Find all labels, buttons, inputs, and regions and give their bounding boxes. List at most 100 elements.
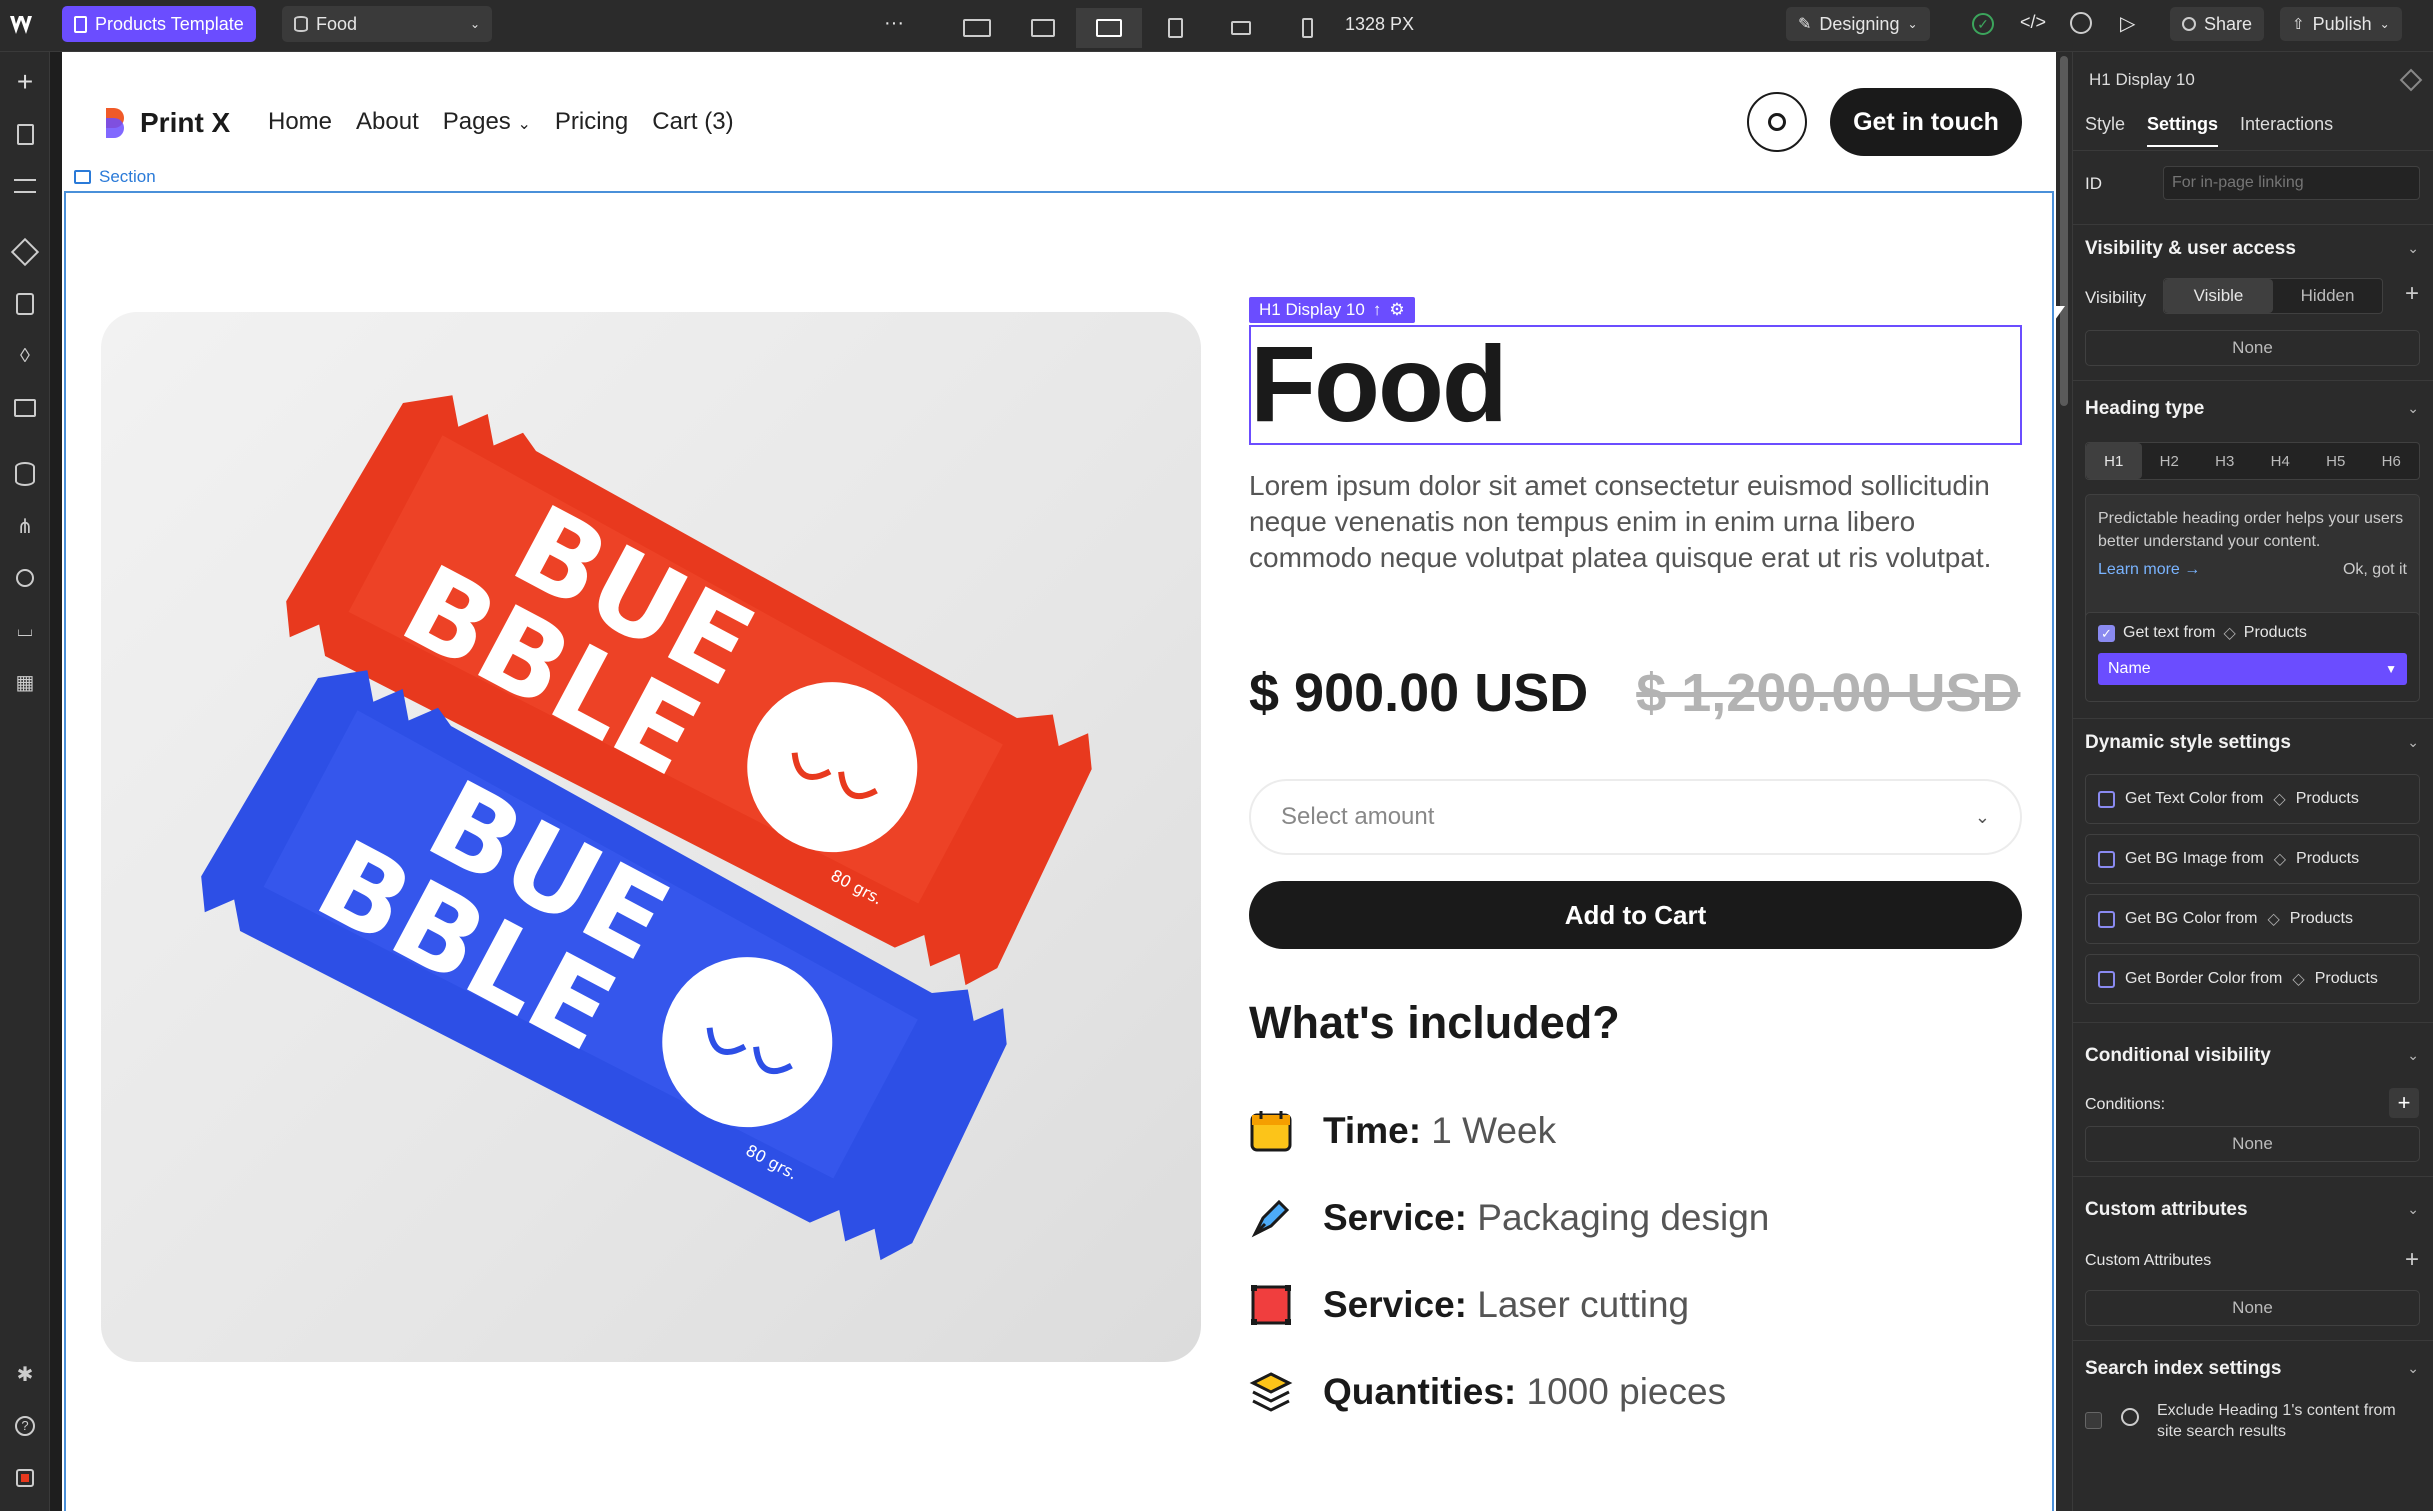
collection-item-selector[interactable]: Food ⌄ <box>282 6 492 42</box>
tab-interactions[interactable]: Interactions <box>2240 114 2333 147</box>
code-export-icon[interactable]: </> <box>2020 12 2046 33</box>
add-attribute-icon[interactable]: + <box>2405 1246 2419 1274</box>
webflow-logo[interactable] <box>8 10 42 40</box>
add-element-icon[interactable]: + <box>13 66 37 97</box>
site-logo[interactable]: Print X <box>104 106 230 140</box>
included-service2-value: Laser cutting <box>1477 1283 1690 1325</box>
checkbox[interactable] <box>2098 790 2115 808</box>
search-off-icon <box>2121 1408 2139 1426</box>
assets-icon[interactable] <box>13 396 37 420</box>
add-condition-button[interactable]: + <box>2389 1088 2419 1118</box>
nav-link-cart[interactable]: Cart (3) <box>652 108 733 136</box>
add-visibility-icon[interactable]: + <box>2405 280 2419 308</box>
settings-gear-icon[interactable]: ✱ <box>13 1362 37 1386</box>
learn-more-link[interactable]: Learn more → <box>2098 561 2200 579</box>
visibility-label: Visibility <box>2085 288 2147 307</box>
heading-level-h6[interactable]: H6 <box>2364 443 2420 479</box>
variables-icon[interactable]: ◊ <box>13 344 37 368</box>
logic-icon[interactable]: ⋔ <box>13 514 37 538</box>
id-input[interactable] <box>2163 166 2420 200</box>
visible-option[interactable]: Visible <box>2164 279 2273 313</box>
heading-level-selector: H1 H2 H3 H4 H5 H6 <box>2085 442 2420 480</box>
tab-settings[interactable]: Settings <box>2147 114 2219 147</box>
publish-button[interactable]: ⇧ Publish ⌄ <box>2280 7 2402 41</box>
cms-icon[interactable] <box>13 462 37 486</box>
breakpoint-tablet-icon[interactable] <box>1142 8 1208 48</box>
tab-style[interactable]: Style <box>2085 114 2125 147</box>
nav-link-home[interactable]: Home <box>268 108 332 136</box>
checkbox[interactable] <box>2098 850 2115 868</box>
heading-level-h1[interactable]: H1 <box>2086 443 2142 479</box>
visibility-heading: Visibility & user access <box>2085 238 2296 259</box>
list-item: Quantities: 1000 pieces <box>1249 1348 2029 1435</box>
calendar-icon <box>1250 1110 1292 1151</box>
tag-icon: ◇ <box>2273 791 2286 808</box>
heading-level-h3[interactable]: H3 <box>2197 443 2253 479</box>
checkbox[interactable] <box>2098 970 2115 988</box>
rocket-icon: ⇧ <box>2292 16 2305 33</box>
ecommerce-icon[interactable]: ⌴ <box>13 618 37 642</box>
breakpoint-phone-icon[interactable] <box>1274 8 1340 48</box>
breakpoint-large-desktop-icon[interactable] <box>944 8 1010 48</box>
section-tag-label: Section <box>99 167 156 186</box>
hidden-option[interactable]: Hidden <box>2273 279 2382 313</box>
component-icon[interactable] <box>2399 68 2423 92</box>
dynamic-text-color-row[interactable]: Get Text Color from ◇ Products <box>2085 774 2420 824</box>
selection-badge[interactable]: H1 Display 10 ↑ ⚙ <box>1249 297 1415 323</box>
product-description: Lorem ipsum dolor sit amet consectetur e… <box>1249 470 1992 573</box>
get-text-from-checkbox[interactable]: ✓ <box>2098 624 2115 642</box>
breakpoint-desktop-icon[interactable] <box>1010 8 1076 48</box>
nav-link-pricing[interactable]: Pricing <box>555 108 628 136</box>
dynamic-bg-image-row[interactable]: Get BG Image from ◇ Products <box>2085 834 2420 884</box>
navigator-icon[interactable] <box>13 174 37 198</box>
product-title[interactable]: Food <box>1250 324 1508 444</box>
ok-got-it-button[interactable]: Ok, got it <box>2343 561 2407 579</box>
add-to-cart-button[interactable]: Add to Cart <box>1249 881 2022 949</box>
heading-level-h2[interactable]: H2 <box>2142 443 2198 479</box>
comments-icon[interactable] <box>2070 12 2092 34</box>
included-time-label: Time: <box>1323 1109 1422 1151</box>
apps-icon[interactable]: ▦ <box>13 670 37 694</box>
get-in-touch-label: Get in touch <box>1853 107 1999 136</box>
included-list: Time: 1 Week Service: Packaging design S… <box>1249 1087 2029 1435</box>
dynamic-border-color-row[interactable]: Get Border Color from ◇ Products <box>2085 954 2420 1004</box>
get-in-touch-button[interactable]: Get in touch <box>1830 88 2022 156</box>
page-selector-button[interactable]: Products Template <box>62 6 256 42</box>
canvas-scrollbar[interactable] <box>2060 56 2068 406</box>
site-search-button[interactable] <box>1747 92 1807 152</box>
exclude-search-checkbox[interactable] <box>2085 1412 2102 1429</box>
nav-link-about[interactable]: About <box>356 108 419 136</box>
nav-dropdown-pages[interactable]: Pages ⌄ <box>443 108 531 136</box>
mode-selector-button[interactable]: ✎ Designing ⌄ <box>1786 7 1930 41</box>
users-icon[interactable] <box>13 566 37 590</box>
check-status-icon[interactable]: ✓ <box>1972 13 1994 35</box>
field-select[interactable]: Name ▼ <box>2098 653 2407 685</box>
amount-select[interactable]: Select amount ⌄ <box>1249 779 2022 855</box>
record-icon[interactable] <box>13 1466 37 1490</box>
styles-icon[interactable] <box>13 292 37 316</box>
database-icon <box>294 16 308 32</box>
share-button[interactable]: Share <box>2170 7 2265 41</box>
help-icon[interactable]: ? <box>13 1414 37 1438</box>
mouse-cursor-icon <box>2055 306 2065 320</box>
dynamic-bg-color-row[interactable]: Get BG Color from ◇ Products <box>2085 894 2420 944</box>
included-time-value: 1 Week <box>1431 1109 1557 1151</box>
chevron-down-icon[interactable]: ⌄ <box>2407 1047 2419 1064</box>
chevron-down-icon: ⌄ <box>2379 17 2390 31</box>
chevron-down-icon[interactable]: ⌄ <box>2407 1201 2419 1218</box>
pages-icon[interactable] <box>13 122 37 146</box>
chevron-down-icon[interactable]: ⌄ <box>2407 400 2419 417</box>
checkbox[interactable] <box>2098 910 2115 928</box>
preview-play-icon[interactable]: ▷ <box>2120 11 2135 36</box>
heading-level-h4[interactable]: H4 <box>2253 443 2309 479</box>
mode-label: Designing <box>1819 13 1900 34</box>
included-quantities-label: Quantities: <box>1323 1370 1517 1412</box>
chevron-down-icon[interactable]: ⌄ <box>2407 734 2419 751</box>
breakpoint-base-icon[interactable] <box>1076 8 1142 48</box>
heading-level-h5[interactable]: H5 <box>2308 443 2364 479</box>
components-icon[interactable] <box>10 237 40 267</box>
more-options-button[interactable]: ··· <box>884 12 904 35</box>
chevron-down-icon[interactable]: ⌄ <box>2407 240 2419 257</box>
breakpoint-landscape-icon[interactable] <box>1208 8 1274 48</box>
chevron-down-icon[interactable]: ⌄ <box>2407 1360 2419 1377</box>
